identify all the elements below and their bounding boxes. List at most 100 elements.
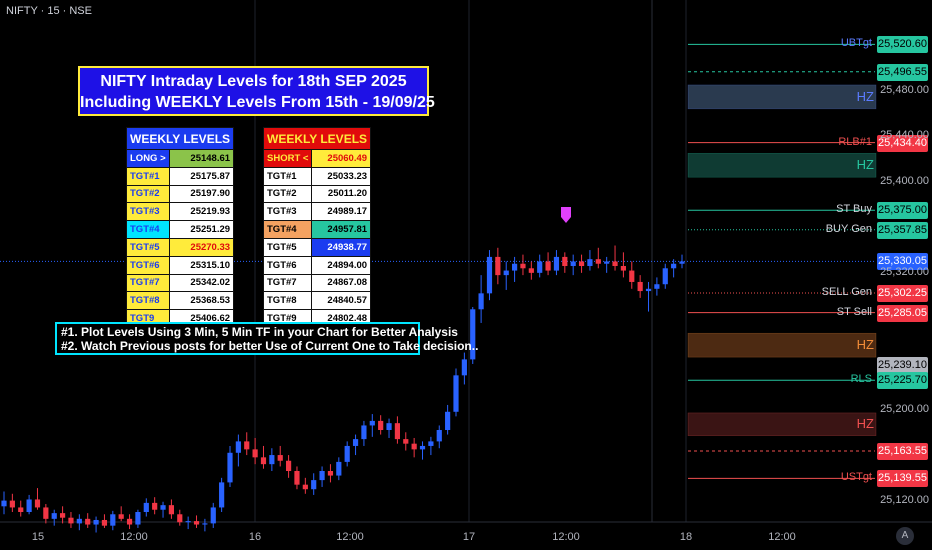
candle-body — [285, 460, 292, 472]
candle-body — [336, 461, 342, 476]
candle-body — [126, 518, 133, 525]
candle-body — [419, 445, 426, 450]
price-axis-label: 25,400.00 — [880, 174, 929, 187]
level-row: TGT#4 24957.81 — [262, 220, 372, 239]
candle-body — [210, 507, 216, 524]
candle-body — [386, 423, 392, 431]
level-row: TGT#2 25197.90 — [126, 184, 235, 204]
level-row: TGT#7 24867.08 — [262, 273, 372, 293]
level-row: TGT#1 25033.23 — [262, 166, 372, 186]
level-value: 24894.00 — [311, 255, 372, 275]
candle-body — [537, 261, 543, 273]
level-line-label: USTgt — [840, 471, 872, 484]
candle-body — [26, 499, 32, 512]
candle-body — [528, 268, 534, 273]
signal-marker-icon — [561, 207, 571, 223]
level-value: 25219.93 — [168, 202, 235, 222]
candle-body — [394, 423, 401, 440]
candle-body — [59, 513, 66, 518]
level-row: TGT#3 25219.93 — [126, 202, 235, 222]
hz-zone-label: HZ — [856, 416, 874, 432]
candle-body — [227, 452, 233, 483]
level-value: 24867.08 — [311, 273, 372, 293]
time-axis-label: 12:00 — [336, 531, 364, 543]
candle-body — [93, 519, 99, 525]
level-row: LONG >25148.61 — [126, 149, 235, 168]
hz-zone — [687, 412, 877, 436]
candle-body — [378, 420, 384, 431]
time-axis-label: 15 — [31, 531, 45, 543]
level-row: TGT#8 24840.57 — [262, 291, 372, 311]
candle-body — [43, 507, 49, 519]
level-line-label: ST Sell — [836, 305, 872, 318]
level-row: TGT#3 24989.17 — [262, 202, 372, 222]
level-name: LONG > — [126, 149, 170, 168]
level-name: TGT#7 — [262, 273, 313, 293]
level-row: SHORT <25060.49 — [262, 149, 372, 168]
candle-body — [361, 425, 367, 440]
level-value: 25368.53 — [168, 291, 235, 311]
time-axis-label: 12:00 — [552, 531, 580, 543]
candle-body — [101, 519, 108, 526]
candle-body — [235, 441, 241, 453]
candle-body — [511, 263, 518, 271]
level-value: 25270.33 — [168, 237, 235, 257]
title-line-1: NIFTY Intraday Levels for 18th SEP 2025 — [100, 73, 407, 90]
level-row: TGT#7 25342.02 — [126, 273, 235, 293]
candle-body — [177, 514, 183, 523]
level-value: 25175.87 — [168, 166, 235, 186]
hz-zone — [687, 84, 877, 110]
candle-body — [553, 256, 560, 271]
price-level-tag: 25,139.55 — [877, 470, 928, 488]
level-value: 25060.49 — [311, 149, 372, 168]
candle-body — [76, 518, 82, 524]
weekly-short-header: WEEKLY LEVELS — [262, 127, 372, 150]
analysis-notes: #1. Plot Levels Using 3 Min, 5 Min TF in… — [55, 322, 479, 355]
level-name: TGT#7 — [126, 273, 170, 293]
candle-body — [168, 505, 175, 515]
level-row: TGT#2 25011.20 — [262, 184, 372, 204]
candle-body — [645, 288, 652, 292]
candle-body — [503, 270, 509, 276]
price-level-tag: 25,496.55 — [877, 63, 928, 81]
candle-body — [143, 502, 149, 512]
candle-body — [461, 359, 467, 376]
price-level-tag: 25,225.70 — [877, 372, 928, 390]
hz-zone-label: HZ — [856, 157, 874, 173]
candle-body — [277, 455, 283, 461]
candle-body — [654, 284, 660, 289]
candle-body — [612, 261, 618, 267]
candle-body — [160, 505, 166, 510]
candle-body — [562, 256, 568, 267]
level-name: TGT#8 — [262, 291, 313, 311]
candle-body — [662, 268, 668, 285]
candle-body — [436, 430, 442, 442]
level-name: TGT#5 — [262, 237, 313, 257]
candle-body — [478, 293, 484, 310]
level-name: TGT#1 — [262, 166, 313, 186]
price-level-tag: 25,520.60 — [877, 36, 928, 54]
candle-body — [1, 500, 7, 507]
level-name: TGT#3 — [262, 202, 313, 222]
candle-body — [294, 471, 300, 485]
candle-body — [18, 507, 24, 512]
level-row: TGT#6 24894.00 — [262, 255, 372, 275]
candle-body — [185, 521, 191, 523]
candle-body — [453, 375, 459, 412]
level-value: 25197.90 — [168, 184, 235, 204]
level-name: TGT#6 — [262, 255, 313, 275]
candle-body — [587, 259, 593, 267]
tradingview-logo-icon[interactable]: A — [896, 527, 914, 545]
note-line-2: #2. Watch Previous posts for better Use … — [61, 339, 479, 353]
level-value: 24840.57 — [311, 291, 372, 311]
price-level-tag: 25,357.85 — [877, 221, 928, 239]
candle-body — [319, 471, 325, 481]
candle-body — [202, 523, 208, 525]
candle-body — [118, 514, 124, 519]
candle-body — [671, 263, 677, 269]
candle-body — [445, 411, 451, 431]
level-value: 25342.02 — [168, 273, 235, 293]
candle-body — [68, 517, 74, 524]
level-value: 24989.17 — [311, 202, 372, 222]
weekly-long-levels-table: WEEKLY LEVELS LONG >25148.61 TGT#1 25175.8… — [125, 127, 235, 328]
